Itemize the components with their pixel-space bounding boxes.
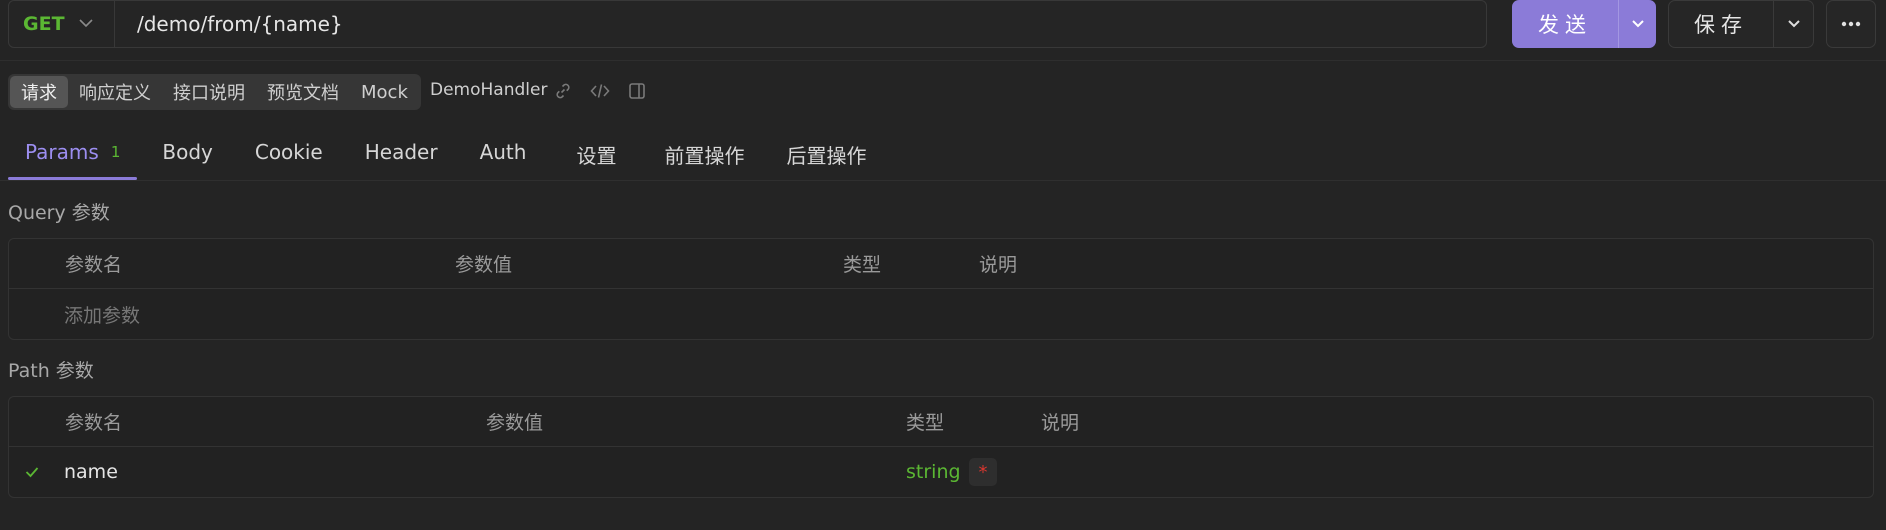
- param-description[interactable]: [1041, 447, 1841, 497]
- divider: [0, 60, 1886, 61]
- table-header-row: 参数名 参数值 类型 说明: [9, 397, 1873, 447]
- tab-header[interactable]: Header: [348, 134, 455, 180]
- tabs-divider: [0, 180, 1886, 181]
- method-label: GET: [23, 13, 65, 35]
- table-header-row: 参数名 参数值 类型 说明: [9, 239, 1873, 289]
- tab-pre-actions[interactable]: 前置操作: [647, 134, 761, 180]
- url-bar: GET: [8, 0, 1487, 48]
- segment-tab-preview[interactable]: 预览文档: [256, 76, 350, 108]
- query-params-table: 参数名 参数值 类型 说明 添加参数: [8, 238, 1874, 340]
- required-badge: *: [969, 447, 997, 497]
- param-name[interactable]: name: [64, 447, 118, 497]
- column-header-type: 类型: [906, 412, 945, 434]
- method-select[interactable]: GET: [9, 1, 115, 47]
- table-row[interactable]: name string *: [9, 447, 1873, 497]
- column-header-name: 参数名: [65, 254, 123, 276]
- path-params-table: 参数名 参数值 类型 说明 name string *: [8, 396, 1874, 498]
- path-section-title: Path 参数: [8, 360, 94, 382]
- tab-settings[interactable]: 设置: [559, 134, 633, 180]
- send-button-label[interactable]: 发送: [1512, 0, 1618, 48]
- column-header-type: 类型: [843, 254, 882, 276]
- code-icon[interactable]: [589, 80, 611, 102]
- save-button-label[interactable]: 保存: [1669, 1, 1773, 47]
- handler-name: DemoHandler: [430, 80, 548, 100]
- send-button[interactable]: 发送: [1512, 0, 1656, 48]
- tab-cookie[interactable]: Cookie: [238, 134, 340, 180]
- link-icon[interactable]: [552, 80, 574, 102]
- tab-auth[interactable]: Auth: [463, 134, 544, 180]
- add-param-placeholder[interactable]: 添加参数: [64, 289, 140, 339]
- send-dropdown-chevron-icon[interactable]: [1618, 0, 1656, 48]
- column-header-description: 说明: [1041, 412, 1080, 434]
- request-segment-tabs: 请求 响应定义 接口说明 预览文档 Mock: [8, 74, 421, 110]
- tab-body[interactable]: Body: [145, 134, 230, 180]
- segment-tab-request[interactable]: 请求: [10, 76, 68, 108]
- segment-tab-mock[interactable]: Mock: [350, 76, 419, 108]
- param-value-input[interactable]: [486, 447, 866, 497]
- column-header-name: 参数名: [65, 412, 123, 434]
- add-param-row[interactable]: 添加参数: [9, 289, 1873, 339]
- param-type[interactable]: string: [906, 447, 961, 497]
- column-header-value: 参数值: [455, 254, 513, 276]
- segment-tab-description[interactable]: 接口说明: [162, 76, 256, 108]
- tab-params[interactable]: Params 1: [8, 134, 138, 180]
- panel-icon[interactable]: [626, 80, 648, 102]
- params-count-badge: 1: [110, 143, 121, 161]
- required-mark: *: [969, 458, 997, 486]
- query-section-title: Query 参数: [8, 202, 110, 224]
- tab-params-label: Params: [25, 140, 99, 164]
- column-header-description: 说明: [979, 254, 1018, 276]
- more-icon[interactable]: [1826, 0, 1876, 48]
- params-tabs: Params 1 Body Cookie Header Auth 设置 前置操作…: [8, 134, 891, 180]
- column-header-value: 参数值: [486, 412, 544, 434]
- save-button[interactable]: 保存: [1668, 0, 1814, 48]
- tab-post-actions[interactable]: 后置操作: [769, 134, 883, 180]
- url-input[interactable]: [115, 1, 1486, 47]
- chevron-down-icon: [78, 16, 93, 32]
- segment-tab-response[interactable]: 响应定义: [68, 76, 162, 108]
- save-dropdown-chevron-icon[interactable]: [1773, 1, 1813, 47]
- check-icon[interactable]: [25, 447, 39, 497]
